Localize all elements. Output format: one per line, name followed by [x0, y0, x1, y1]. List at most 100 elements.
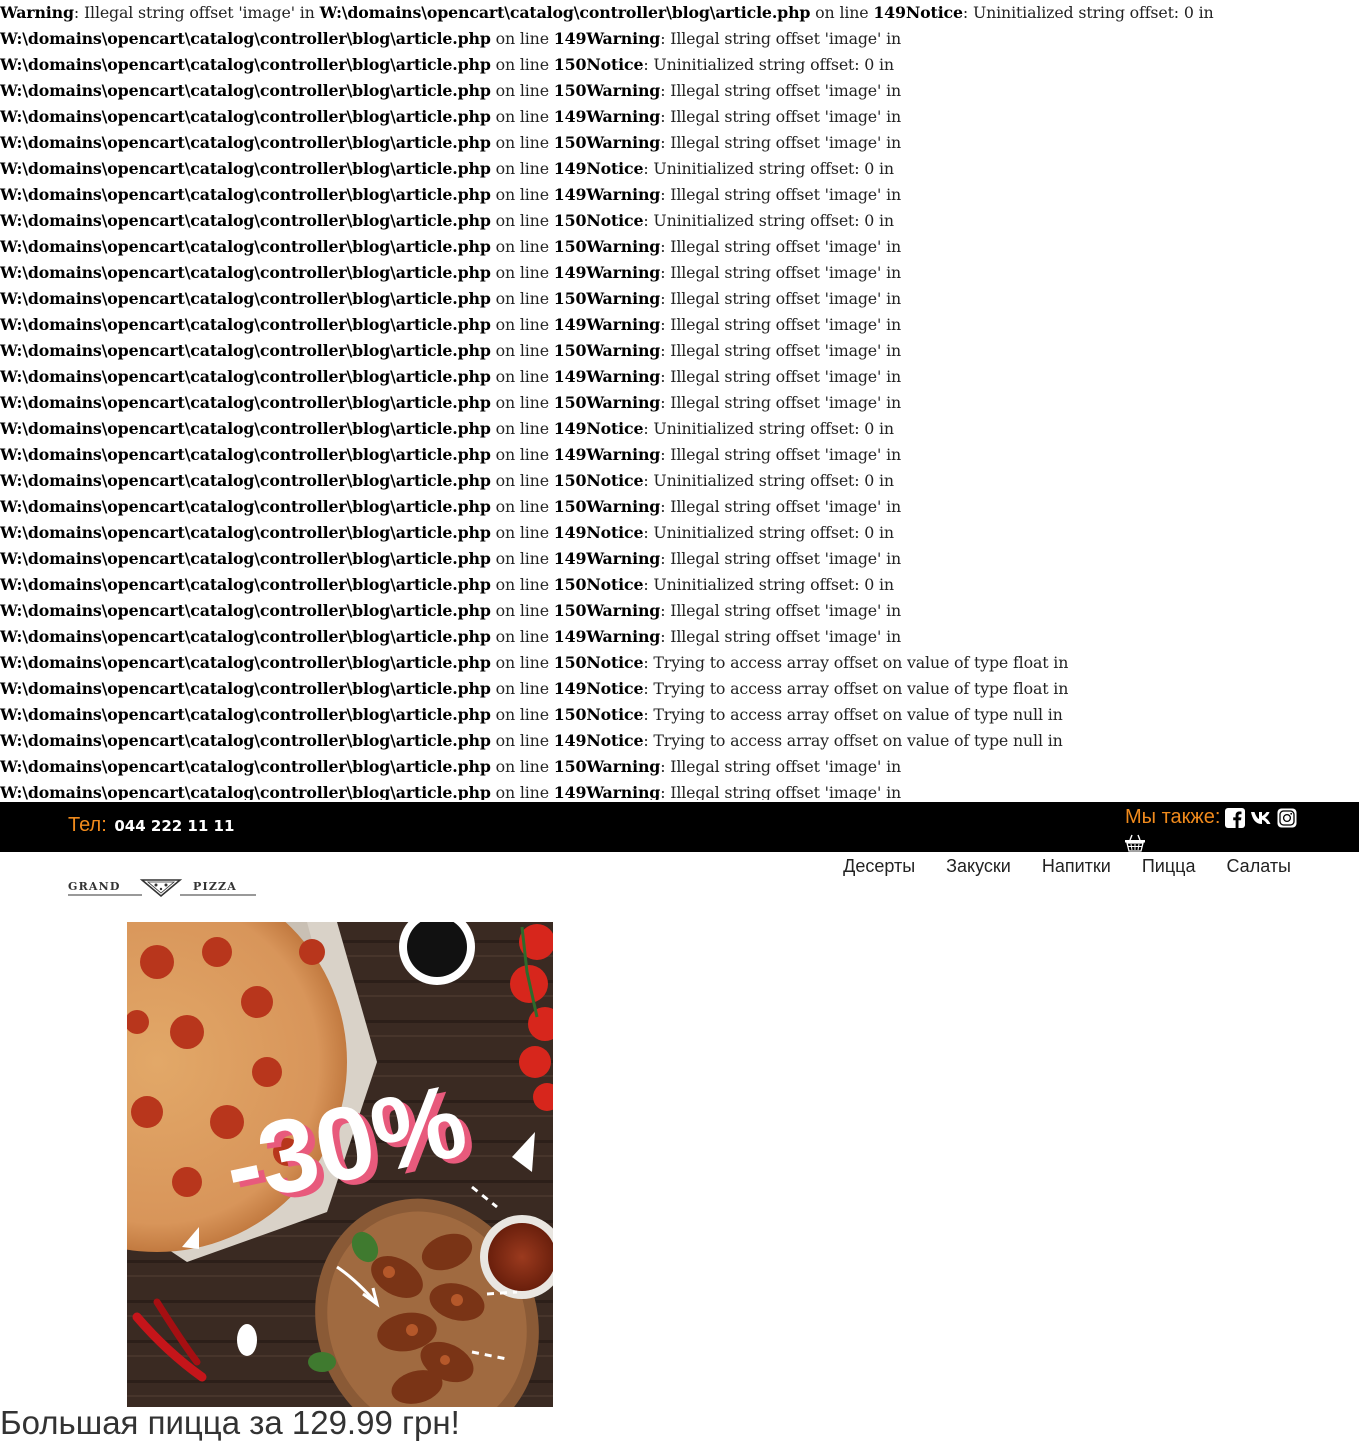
error-message: : Trying to access array offset on value… — [643, 705, 1063, 724]
error-path: W:\domains\opencart\catalog\controller\b… — [0, 341, 491, 360]
error-message: : Illegal string offset 'image' in — [660, 341, 901, 360]
error-on-line: on line — [490, 341, 554, 360]
error-message: : Illegal string offset 'image' in — [660, 393, 901, 412]
error-line-number: 149 — [553, 159, 587, 178]
error-on-line: on line — [490, 757, 554, 776]
error-on-line: on line — [490, 185, 554, 204]
error-line-number: 150 — [553, 237, 587, 256]
error-line-number: 150 — [553, 341, 587, 360]
error-message: : Trying to access array offset on value… — [643, 731, 1063, 750]
error-on-line: on line — [490, 315, 554, 334]
phone-number[interactable]: 044 222 11 11 — [114, 817, 234, 835]
error-on-line: on line — [490, 497, 554, 516]
error-on-line: on line — [490, 367, 554, 386]
error-path: W:\domains\opencart\catalog\controller\b… — [0, 523, 491, 542]
error-path: W:\domains\opencart\catalog\controller\b… — [0, 575, 491, 594]
error-on-line: on line — [490, 705, 554, 724]
error-type: Notice — [586, 523, 644, 542]
error-line-number: 150 — [553, 81, 587, 100]
error-line-number: 149 — [553, 783, 587, 800]
error-line-number: 150 — [553, 757, 587, 776]
error-path: W:\domains\opencart\catalog\controller\b… — [0, 133, 491, 152]
error-path: W:\domains\opencart\catalog\controller\b… — [0, 471, 491, 490]
error-message: : Uninitialized string offset: 0 in — [643, 419, 894, 438]
error-on-line: on line — [490, 237, 554, 256]
error-message: : Illegal string offset 'image' in — [73, 3, 320, 22]
error-line-number: 149 — [553, 263, 587, 282]
error-path: W:\domains\opencart\catalog\controller\b… — [0, 653, 491, 672]
error-type: Warning — [586, 601, 661, 620]
error-line-number: 149 — [553, 679, 587, 698]
error-message: : Trying to access array offset on value… — [643, 679, 1069, 698]
phone-block: Тел: 044 222 11 11 — [68, 814, 234, 837]
error-path: W:\domains\opencart\catalog\controller\b… — [0, 289, 491, 308]
error-on-line: on line — [490, 289, 554, 308]
error-line-number: 149 — [553, 419, 587, 438]
error-type: Warning — [586, 107, 661, 126]
error-type: Warning — [586, 393, 661, 412]
error-line-number: 149 — [553, 445, 587, 464]
grand-pizza-logo[interactable]: GRAND PIZZA — [68, 876, 256, 898]
error-type: Notice — [586, 159, 644, 178]
error-message: : Uninitialized string offset: 0 in — [643, 575, 894, 594]
error-path: W:\domains\opencart\catalog\controller\b… — [0, 185, 491, 204]
error-on-line: on line — [490, 549, 554, 568]
error-path: W:\domains\opencart\catalog\controller\b… — [0, 419, 491, 438]
error-line-number: 150 — [553, 601, 587, 620]
error-on-line: on line — [490, 393, 554, 412]
error-type: Warning — [586, 263, 661, 282]
error-on-line: on line — [490, 107, 554, 126]
nav-item-salads[interactable]: Салаты — [1226, 856, 1291, 877]
error-message: : Illegal string offset 'image' in — [660, 185, 901, 204]
error-type: Warning — [586, 549, 661, 568]
error-on-line: on line — [810, 3, 874, 22]
error-message: : Illegal string offset 'image' in — [660, 263, 901, 282]
error-type: Warning — [586, 81, 661, 100]
error-path: W:\domains\opencart\catalog\controller\b… — [0, 627, 491, 646]
error-line-number: 149 — [553, 107, 587, 126]
error-message: : Uninitialized string offset: 0 in — [643, 211, 894, 230]
error-on-line: on line — [490, 575, 554, 594]
error-message: : Uninitialized string offset: 0 in — [643, 159, 894, 178]
error-line-number: 150 — [553, 705, 587, 724]
error-path: W:\domains\opencart\catalog\controller\b… — [0, 367, 491, 386]
phone-label: Тел: — [68, 814, 107, 836]
error-type: Warning — [586, 289, 661, 308]
error-message: : Illegal string offset 'image' in — [660, 757, 901, 776]
error-path: W:\domains\opencart\catalog\controller\b… — [0, 29, 491, 48]
error-path: W:\domains\opencart\catalog\controller\b… — [0, 445, 491, 464]
error-on-line: on line — [490, 653, 554, 672]
vk-icon[interactable] — [1250, 808, 1272, 828]
error-path: W:\domains\opencart\catalog\controller\b… — [0, 783, 491, 800]
nav-item-desserts[interactable]: Десерты — [843, 856, 915, 877]
error-line-number: 149 — [553, 29, 587, 48]
logo-text-right: PIZZA — [193, 880, 237, 893]
nav-item-pizza[interactable]: Пицца — [1142, 856, 1196, 877]
error-message: : Uninitialized string offset: 0 in — [643, 55, 894, 74]
nav-item-drinks[interactable]: Напитки — [1042, 856, 1111, 877]
error-path: W:\domains\opencart\catalog\controller\b… — [0, 237, 491, 256]
error-path: W:\domains\opencart\catalog\controller\b… — [319, 3, 811, 22]
error-on-line: on line — [490, 445, 554, 464]
error-on-line: on line — [490, 783, 554, 800]
error-on-line: on line — [490, 601, 554, 620]
error-type: Warning — [586, 783, 661, 800]
error-message: : Illegal string offset 'image' in — [660, 237, 901, 256]
error-on-line: on line — [490, 29, 554, 48]
logo-text-left: GRAND — [68, 880, 121, 893]
error-line-number: 149 — [873, 3, 906, 22]
error-on-line: on line — [490, 523, 554, 542]
error-type: Warning — [586, 185, 661, 204]
basket-icon[interactable] — [1124, 834, 1146, 852]
error-path: W:\domains\opencart\catalog\controller\b… — [0, 679, 491, 698]
error-message: : Illegal string offset 'image' in — [660, 627, 901, 646]
error-path: W:\domains\opencart\catalog\controller\b… — [0, 497, 491, 516]
error-type: Warning — [586, 757, 661, 776]
facebook-icon[interactable] — [1224, 807, 1246, 828]
error-type: Notice — [586, 679, 644, 698]
instagram-icon[interactable] — [1276, 808, 1298, 828]
error-path: W:\domains\opencart\catalog\controller\b… — [0, 705, 491, 724]
error-on-line: on line — [490, 471, 554, 490]
nav-item-snacks[interactable]: Закуски — [946, 856, 1011, 877]
category-nav: Десерты Закуски Напитки Пицца Салаты — [843, 856, 1291, 877]
